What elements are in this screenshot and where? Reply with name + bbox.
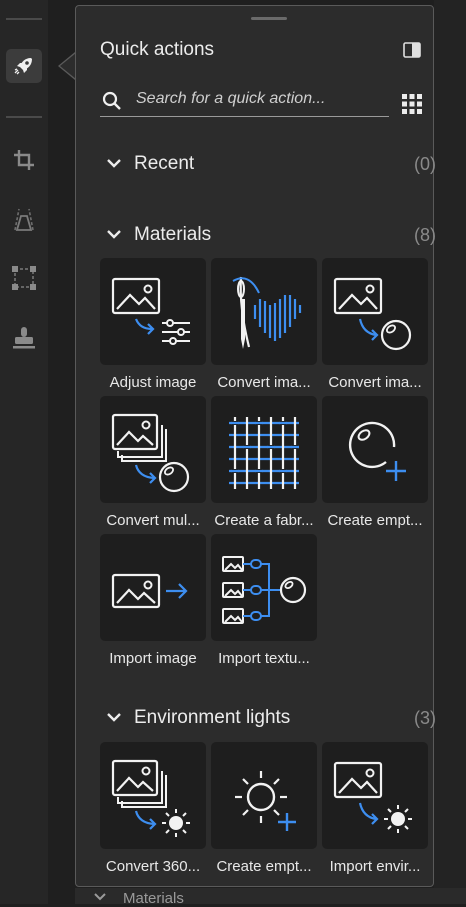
chevron-down-icon <box>107 713 121 722</box>
chevron-down-icon <box>107 230 121 239</box>
section-header-materials[interactable]: Materials (8) <box>102 224 436 248</box>
section-header-environment-lights[interactable]: Environment lights (3) <box>102 707 436 731</box>
search-placeholder: Search for a quick action... <box>136 90 326 107</box>
search-icon <box>102 91 121 110</box>
quick-action-tile[interactable] <box>322 396 428 503</box>
quick-action-tile[interactable] <box>322 742 428 849</box>
section-label: Environment lights <box>134 707 291 728</box>
quick-action-tile[interactable] <box>211 742 317 849</box>
section-label: Recent <box>134 153 195 174</box>
toolbar-divider <box>6 18 42 20</box>
create-empty-material-icon <box>348 421 406 481</box>
quick-action-label: Create a fabr... <box>214 512 314 529</box>
create-empty-light-icon <box>235 770 296 831</box>
background-section-header: Materials <box>75 888 466 907</box>
section-header-recent[interactable]: Recent (0) <box>102 153 436 177</box>
quick-action-label: Adjust image <box>109 374 197 391</box>
quick-action-label: Import envir... <box>329 858 421 875</box>
search-field[interactable]: Search for a quick action... <box>100 84 389 117</box>
quick-action-label: Import textu... <box>218 650 310 667</box>
quick-action-tile[interactable] <box>100 534 206 641</box>
quick-action-label: Create empt... <box>327 512 423 529</box>
panel-title: Quick actions <box>100 39 215 60</box>
import-image-icon <box>111 573 188 608</box>
quick-action-tile[interactable] <box>211 396 317 503</box>
adjust-image-icon <box>111 277 190 345</box>
section-count: (8) <box>414 225 436 245</box>
chevron-down-icon <box>94 893 106 901</box>
convert-image-fabric-icon <box>232 276 302 349</box>
stamp-tool-button[interactable] <box>6 321 42 355</box>
quick-action-label: Convert 360... <box>105 858 201 875</box>
quick-action-tile[interactable] <box>322 258 428 365</box>
convert-360-icon <box>111 759 190 837</box>
section-count: (0) <box>414 154 436 174</box>
quick-action-label: Convert mul... <box>106 512 200 529</box>
import-environment-icon <box>333 761 412 833</box>
toolbar-divider <box>6 116 42 118</box>
transform-tool-button[interactable] <box>6 261 42 295</box>
quick-action-label: Convert ima... <box>328 374 422 391</box>
stamp-icon <box>13 327 35 349</box>
grid-view-icon[interactable] <box>402 94 422 114</box>
section-count: (3) <box>414 708 436 728</box>
fabric-weave-icon <box>229 416 299 489</box>
quick-action-tile[interactable] <box>211 534 317 641</box>
quick-action-tile[interactable] <box>100 258 206 365</box>
quick-action-tile[interactable] <box>100 396 206 503</box>
quick-actions-panel: Quick actions Search for a quick action.… <box>75 5 436 887</box>
section-label: Materials <box>134 224 212 245</box>
rocket-icon <box>14 58 32 75</box>
quick-action-label: Import image <box>109 650 197 667</box>
perspective-tool-button[interactable] <box>6 202 42 236</box>
background-panel <box>434 0 466 904</box>
panel-drag-handle[interactable] <box>251 17 287 20</box>
transform-box-icon <box>12 266 36 290</box>
chevron-down-icon <box>107 159 121 168</box>
import-textures-icon <box>222 555 307 624</box>
crop-tool-button[interactable] <box>6 143 42 177</box>
quick-action-tile[interactable] <box>100 742 206 849</box>
left-toolbar <box>0 0 48 904</box>
quick-action-label: Convert ima... <box>217 374 311 391</box>
crop-icon <box>14 150 34 170</box>
dock-panel-icon[interactable] <box>403 42 421 58</box>
convert-multiple-images-icon <box>111 413 190 492</box>
quick-action-label: Create empt... <box>216 858 312 875</box>
perspective-icon <box>14 208 34 231</box>
background-section-label: Materials <box>123 890 184 907</box>
quick-action-tile[interactable] <box>211 258 317 365</box>
convert-image-material-icon <box>333 277 412 350</box>
quick-actions-tool-button[interactable] <box>6 49 42 83</box>
